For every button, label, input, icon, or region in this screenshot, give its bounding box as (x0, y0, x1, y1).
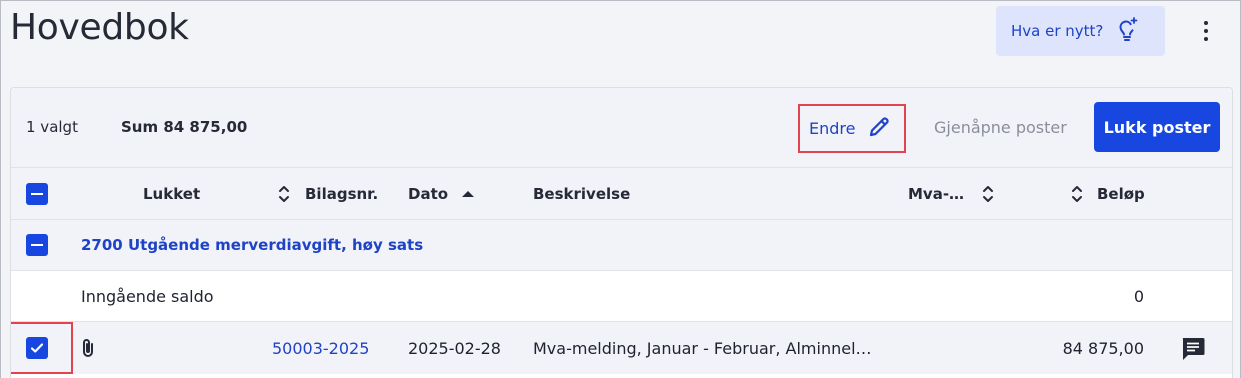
opening-balance-amount: 0 (1133, 286, 1144, 306)
pencil-icon (867, 115, 891, 143)
whats-new-label: Hva er nytt? (1011, 22, 1104, 40)
kebab-dot (1204, 21, 1208, 25)
entry-description: Mva-melding, Januar - Februar, Alminnel… (533, 338, 872, 358)
account-group-label[interactable]: 2700 Utgående merverdiavgift, høy sats (81, 220, 423, 270)
close-entries-button[interactable]: Lukk poster (1094, 102, 1220, 152)
edit-button[interactable]: Endre (798, 104, 906, 153)
col-amount[interactable]: Beløp (1097, 168, 1145, 219)
ledger-panel: 1 valgt Sum 84 875,00 Endre Gjenåpne pos… (10, 87, 1233, 378)
col-closed[interactable]: Lukket (143, 168, 200, 219)
opening-balance-row: Inngående saldo 0 (11, 271, 1232, 322)
group-checkbox-cell (26, 220, 48, 270)
sort-both-icon[interactable] (1070, 168, 1084, 219)
sort-both-icon[interactable] (981, 168, 995, 219)
selection-toolbar: 1 valgt Sum 84 875,00 Endre Gjenåpne pos… (11, 88, 1232, 168)
col-description[interactable]: Beskrivelse (533, 168, 630, 219)
entry-date: 2025-02-28 (408, 338, 501, 358)
reopen-entries-button[interactable]: Gjenåpne poster (934, 118, 1067, 137)
row-checkbox-cell (26, 322, 48, 374)
comment-icon[interactable] (1179, 322, 1207, 374)
kebab-dot (1204, 37, 1208, 41)
select-all-cell (26, 168, 48, 219)
lightbulb-sparkle-icon (1113, 15, 1141, 47)
sort-ascending-icon[interactable] (461, 168, 475, 219)
table-header: Lukket Bilagsnr. Dato Beskrivelse Mva-… … (11, 168, 1232, 220)
attachment-icon[interactable] (79, 322, 97, 374)
page-title: Hovedbok (10, 7, 189, 48)
opening-balance-label: Inngående saldo (81, 286, 214, 306)
voucher-link[interactable]: 50003-2025 (272, 322, 369, 374)
account-group-row: 2700 Utgående merverdiavgift, høy sats (11, 220, 1232, 271)
selected-sum: Sum 84 875,00 (121, 118, 248, 136)
edit-label: Endre (809, 119, 856, 138)
col-vat[interactable]: Mva-… (908, 168, 964, 219)
row-checkbox[interactable] (26, 337, 48, 359)
col-voucher[interactable]: Bilagsnr. (305, 168, 378, 219)
kebab-dot (1204, 29, 1208, 33)
sort-both-icon[interactable] (277, 168, 291, 219)
whats-new-button[interactable]: Hva er nytt? (996, 6, 1165, 56)
more-options-icon[interactable] (1193, 17, 1219, 45)
col-date[interactable]: Dato (408, 168, 448, 219)
app-window: Hovedbok Hva er nytt? 1 valgt Sum 84 875… (0, 0, 1241, 378)
select-all-checkbox[interactable] (26, 182, 48, 205)
group-checkbox[interactable] (26, 234, 48, 256)
entry-amount: 84 875,00 (1062, 338, 1144, 358)
selected-count: 1 valgt (26, 118, 78, 136)
table-row[interactable]: 50003-2025 2025-02-28 Mva-melding, Janua… (11, 322, 1232, 374)
